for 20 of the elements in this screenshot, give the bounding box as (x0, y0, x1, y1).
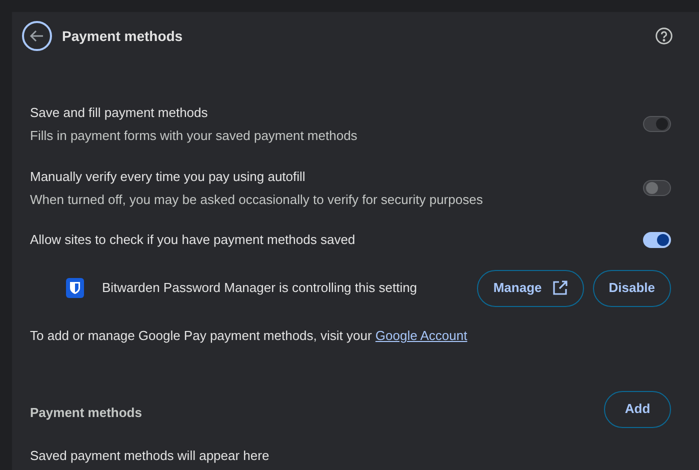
external-link-icon (552, 280, 568, 296)
back-arrow-icon (29, 28, 45, 44)
setting-description: When turned off, you may be asked occasionally to verify for security purposes (30, 190, 483, 209)
empty-state-text: Saved payment methods will appear here (30, 447, 270, 466)
section-heading: Payment methods (30, 404, 142, 422)
setting-description: Fills in payment forms with your saved payment methods (30, 126, 358, 145)
page-title: Payment methods (62, 26, 183, 46)
google-account-link[interactable]: Google Account (375, 328, 468, 344)
shield-icon (66, 278, 84, 298)
disable-button[interactable]: Disable (592, 270, 671, 306)
extension-notice: Bitwarden Password Manager is controlling this setting (102, 279, 418, 298)
setting-label: Manually verify every time you pay using autofill (30, 168, 306, 186)
setting-label: Save and fill payment methods (30, 104, 209, 122)
setting-label: Allow sites to check if you have payment methods saved (30, 231, 356, 250)
back-button[interactable] (22, 21, 52, 51)
help-icon[interactable] (655, 27, 673, 45)
manage-button[interactable]: Manage (477, 270, 584, 306)
toggle-switch[interactable] (643, 232, 671, 248)
add-button[interactable]: Add (604, 390, 671, 428)
google-pay-text: To add or manage Google Pay payment methods, visit your Google Account (30, 327, 468, 346)
